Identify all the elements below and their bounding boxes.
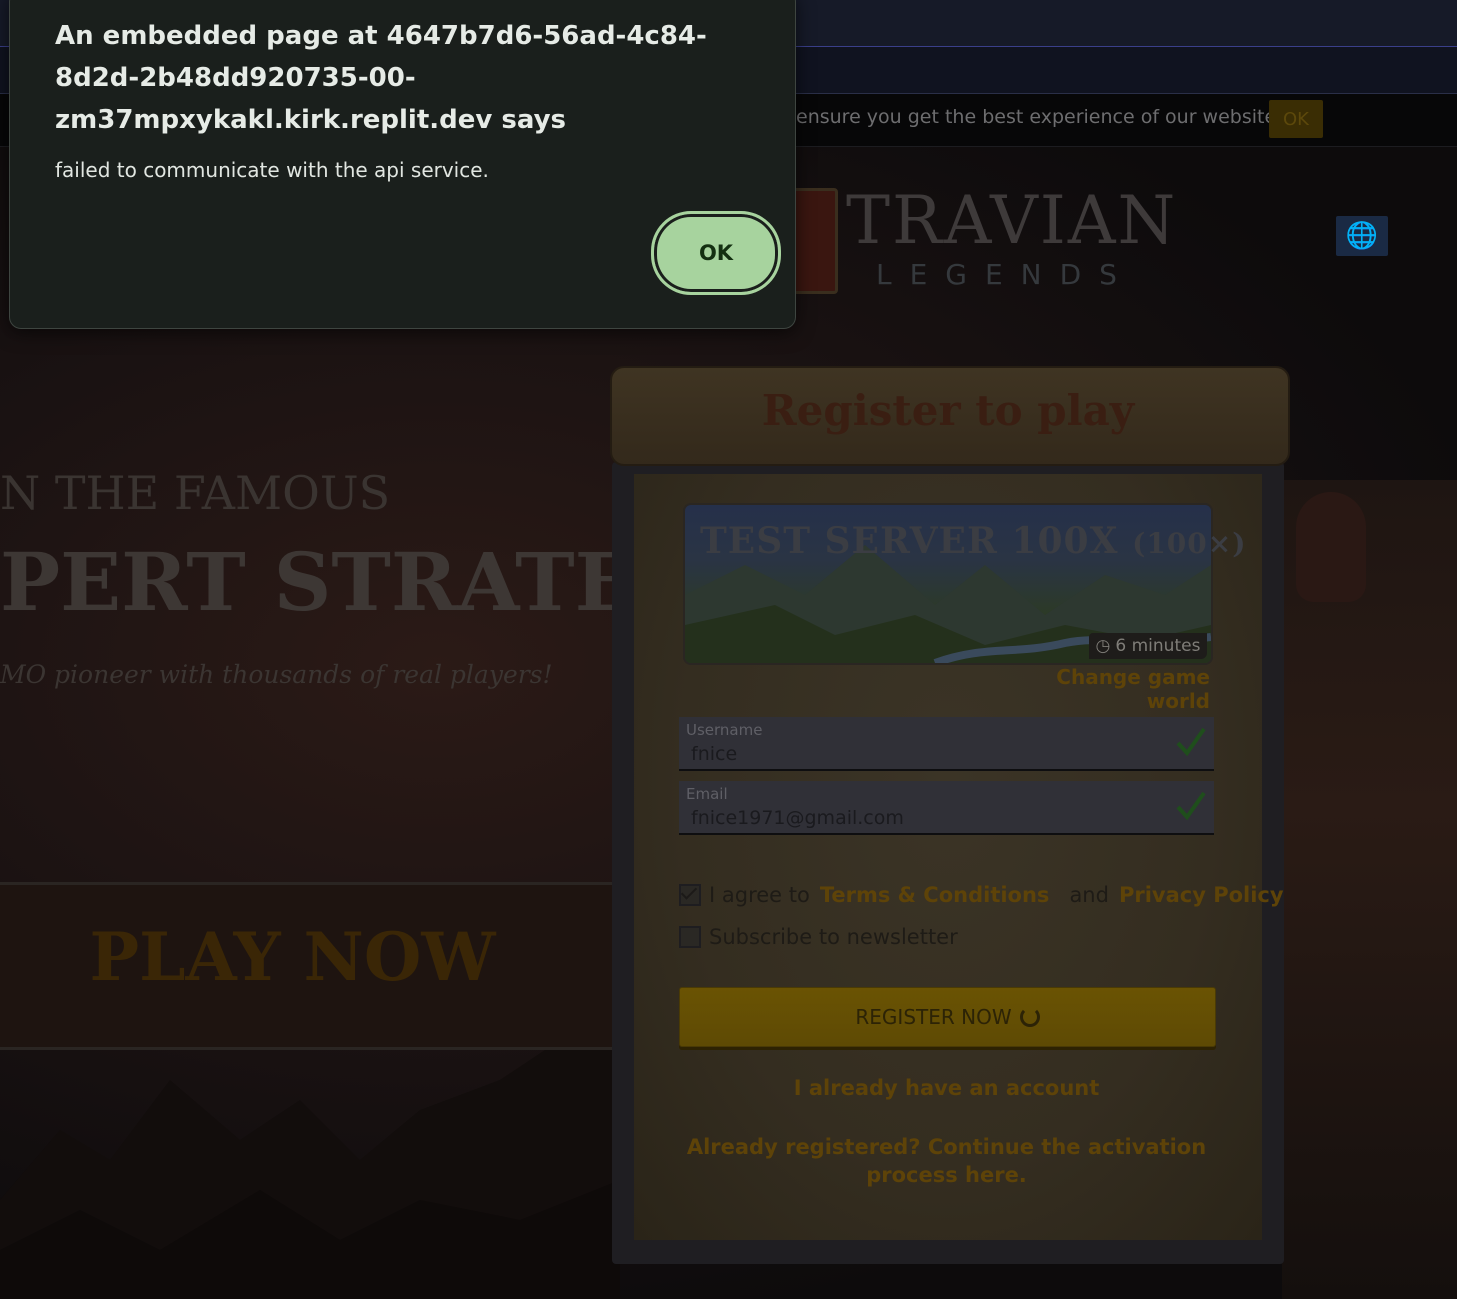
- language-globe-icon[interactable]: 🌐: [1336, 216, 1388, 256]
- soldier-helmet: [1296, 492, 1366, 602]
- server-speed: (100×): [1132, 527, 1247, 560]
- email-valid-check-icon: [1176, 791, 1206, 821]
- change-game-world-link[interactable]: Change game world: [990, 665, 1210, 713]
- hero-heading-small: N THE FAMOUS: [0, 466, 391, 520]
- email-input[interactable]: [691, 807, 1151, 829]
- register-title: Register to play: [761, 386, 1135, 435]
- logo-title: TRAVIAN: [846, 182, 1178, 259]
- server-name: TEST SERVER 100X (100×): [700, 520, 1246, 562]
- email-label: Email: [686, 785, 728, 803]
- username-field[interactable]: Username: [679, 717, 1214, 771]
- register-now-label: REGISTER NOW: [855, 1005, 1012, 1029]
- agree-prefix: I agree to: [709, 883, 810, 907]
- terms-link[interactable]: Terms & Conditions: [820, 883, 1050, 907]
- privacy-link[interactable]: Privacy Policy: [1119, 883, 1284, 907]
- play-now-button[interactable]: PLAY NOW: [0, 918, 585, 996]
- email-field[interactable]: Email: [679, 781, 1214, 835]
- logo-subtitle: LEGENDS: [876, 258, 1135, 291]
- alert-dialog: An embedded page at 4647b7d6-56ad-4c84-8…: [9, 0, 796, 329]
- newsletter-row: Subscribe to newsletter: [679, 925, 958, 949]
- username-valid-check-icon: [1176, 727, 1206, 757]
- dialog-message: failed to communicate with the api servi…: [55, 158, 489, 182]
- server-age-text: 6 minutes: [1115, 636, 1201, 656]
- server-name-text: TEST SERVER 100X: [700, 520, 1119, 562]
- travian-logo: TRAVIAN LEGENDS: [780, 170, 1175, 300]
- newsletter-label: Subscribe to newsletter: [709, 925, 958, 949]
- register-now-button[interactable]: REGISTER NOW: [679, 987, 1216, 1047]
- agree-terms-checkbox[interactable]: [679, 884, 701, 906]
- activation-link[interactable]: Already registered? Continue the activat…: [679, 1133, 1214, 1189]
- hero-tagline: MO pioneer with thousands of real player…: [0, 660, 553, 689]
- username-label: Username: [686, 721, 763, 739]
- dialog-ok-button[interactable]: OK: [651, 211, 781, 295]
- username-input[interactable]: [691, 743, 1151, 765]
- soldier-illustration: [1282, 480, 1457, 1299]
- have-account-link[interactable]: I already have an account: [679, 1076, 1214, 1100]
- agree-and: and: [1069, 883, 1109, 907]
- cookie-banner-text: ensure you get the best experience of ou…: [796, 106, 1283, 128]
- server-age-badge: ◷ 6 minutes: [1089, 633, 1207, 659]
- dialog-title: An embedded page at 4647b7d6-56ad-4c84-8…: [55, 21, 707, 135]
- clock-icon: ◷: [1095, 636, 1111, 656]
- newsletter-checkbox[interactable]: [679, 926, 701, 948]
- loading-spinner-icon: [1019, 1007, 1040, 1027]
- cookie-ok-button[interactable]: OK: [1269, 100, 1323, 138]
- agree-terms-row: I agree to Terms & Conditions and Privac…: [679, 883, 1284, 907]
